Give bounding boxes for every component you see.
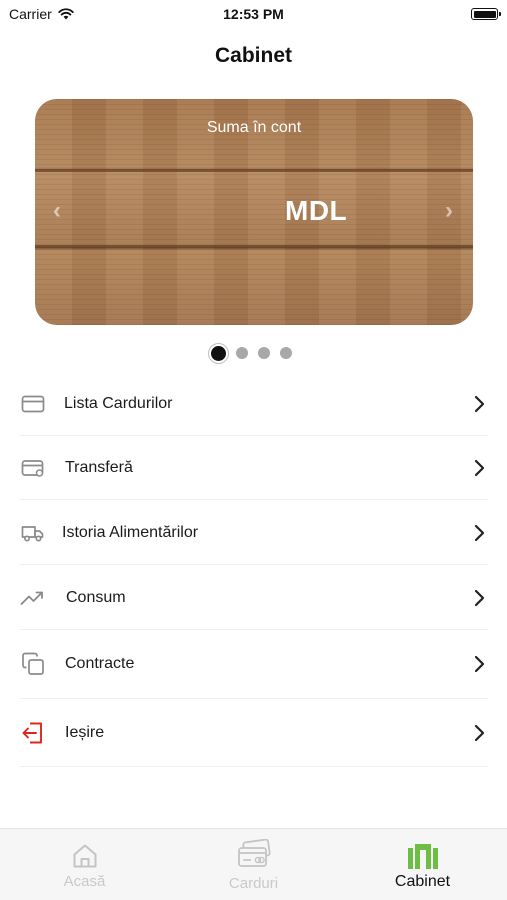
plank-divider: [35, 169, 473, 172]
pager-dot[interactable]: [258, 347, 270, 359]
menu-item-contracte[interactable]: Contracte: [20, 630, 488, 699]
chevron-left-icon[interactable]: ‹: [53, 197, 61, 225]
menu-item-label: Contracte: [65, 655, 135, 672]
chevron-right-icon: [474, 524, 485, 541]
tab-label: Cabinet: [394, 873, 451, 890]
chevron-right-icon: [474, 589, 485, 606]
chevron-right-icon[interactable]: ›: [445, 197, 453, 225]
menu-item-label: Ieșire: [65, 723, 105, 741]
menu-item-label: Lista Cardurilor: [64, 394, 173, 412]
balance-card[interactable]: Suma în cont MDL ‹ ›: [35, 99, 473, 325]
status-bar: Carrier 12:53 PM: [0, 0, 507, 28]
page-title: Cabinet: [214, 44, 292, 67]
tab-bar: Acasă Carduri Cabinet: [0, 828, 507, 900]
home-icon: [0, 842, 169, 870]
chevron-right-icon: [474, 459, 485, 476]
tab-carduri[interactable]: Carduri: [169, 829, 338, 900]
logout-icon: [20, 720, 46, 746]
clock: 12:53 PM: [223, 6, 284, 22]
cabinet-icon: [338, 840, 507, 870]
chevron-right-icon: [474, 724, 485, 741]
menu-item-istoria-alimentarilor[interactable]: Istoria Alimentărilor: [20, 501, 488, 565]
chevron-right-icon: [474, 655, 485, 673]
balance-amount: MDL: [285, 195, 348, 226]
pager-dot[interactable]: [236, 347, 248, 359]
copy-documents-icon: [20, 651, 46, 677]
menu-item-lista-cardurilor[interactable]: Lista Cardurilor: [20, 372, 488, 436]
tab-cabinet[interactable]: Cabinet: [338, 829, 507, 900]
menu-item-transfera[interactable]: Transferă: [20, 436, 488, 500]
pager-dot[interactable]: [280, 347, 292, 359]
pager-dot-active[interactable]: [211, 345, 226, 361]
truck-icon: [20, 520, 46, 546]
cards-icon: [169, 839, 338, 869]
balance-caption: Suma în cont: [206, 119, 302, 136]
menu-item-consum[interactable]: Consum: [20, 566, 488, 630]
battery-icon: [471, 8, 501, 20]
credit-card-icon: [20, 391, 46, 417]
tab-label: Carduri: [228, 875, 279, 892]
page-indicator: [211, 344, 292, 362]
menu-item-iesire[interactable]: Ieșire: [20, 699, 488, 767]
tab-label: Acasă: [63, 873, 106, 890]
chevron-right-icon: [474, 395, 485, 412]
menu-item-label: Consum: [66, 588, 126, 606]
trending-up-icon: [20, 585, 46, 611]
tab-acasa[interactable]: Acasă: [0, 829, 169, 900]
card-transfer-icon: [20, 455, 46, 481]
plank-divider: [35, 245, 473, 248]
menu-item-label: Istoria Alimentărilor: [62, 523, 199, 541]
menu-item-label: Transferă: [65, 458, 133, 476]
